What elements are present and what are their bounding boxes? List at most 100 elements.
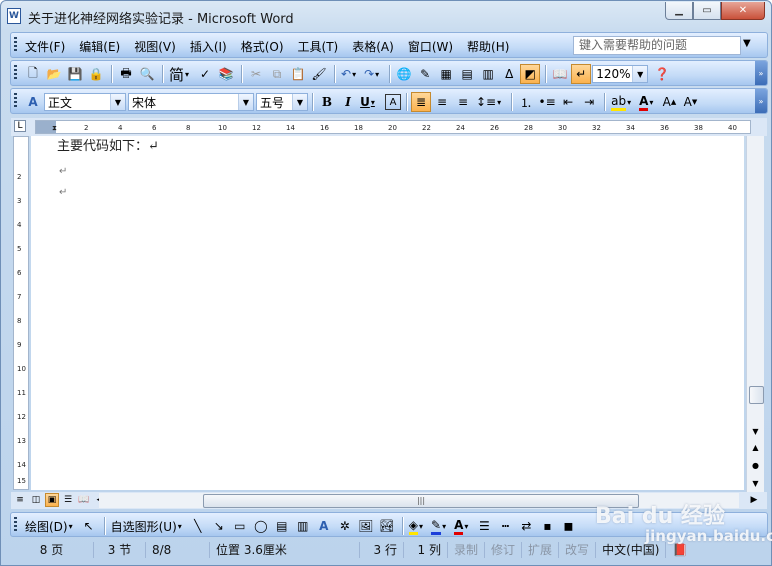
status-extend[interactable]: 扩展 bbox=[522, 541, 560, 558]
menu-file[interactable]: 文件(F) bbox=[25, 38, 65, 55]
save-icon[interactable]: 💾 bbox=[65, 64, 85, 84]
rectangle-icon[interactable]: ▭ bbox=[230, 516, 250, 536]
help-search-input[interactable]: 键入需要帮助的问题 bbox=[573, 36, 741, 55]
cut-icon[interactable]: ✂ bbox=[246, 64, 266, 84]
toolbar-grip[interactable] bbox=[14, 65, 17, 81]
autoshapes-button[interactable]: 自选图形(U) ▾ bbox=[109, 516, 187, 536]
align-right-icon[interactable]: ≡ bbox=[453, 92, 473, 112]
zoom-select[interactable]: 120% ▼ bbox=[592, 65, 649, 83]
text-box-icon[interactable]: ▤ bbox=[272, 516, 292, 536]
line-spacing-button[interactable]: ↕≡ ▾ bbox=[474, 92, 506, 112]
chinese-conversion-button[interactable]: 简 ▾ bbox=[167, 64, 194, 84]
document-map-icon[interactable]: ◩ bbox=[520, 64, 541, 84]
reading-layout-icon[interactable]: 📖 bbox=[550, 64, 570, 84]
highlight-button[interactable]: ab ▾ bbox=[609, 92, 636, 112]
underline-icon[interactable]: U ▾ bbox=[359, 92, 379, 112]
styles-pane-icon[interactable]: A bbox=[23, 92, 43, 112]
font-color-button[interactable]: A ▾ bbox=[637, 92, 658, 112]
grow-font-icon[interactable]: A ▲ bbox=[659, 92, 679, 112]
minimize-button[interactable]: ▁ bbox=[665, 2, 693, 20]
research-icon[interactable]: 📚 bbox=[216, 64, 236, 84]
horizontal-ruler[interactable]: ⧗ 2 4 6 8 10 12 14 16 18 20 22 24 26 28 … bbox=[35, 120, 751, 134]
select-objects-icon[interactable]: ↖ bbox=[79, 516, 99, 536]
fill-color-button[interactable]: ◈ ▾ bbox=[407, 516, 428, 536]
vertical-ruler[interactable]: 2 3 4 5 6 7 8 9 10 11 12 13 14 15 bbox=[13, 136, 29, 490]
oval-icon[interactable]: ◯ bbox=[251, 516, 271, 536]
menu-insert[interactable]: 插入(I) bbox=[190, 38, 227, 55]
indent-marker-icon[interactable]: ⧗ bbox=[52, 124, 57, 133]
decrease-indent-icon[interactable]: ⇤ bbox=[558, 92, 578, 112]
vertical-scrollbar[interactable]: ▼ ▲ ● ▼ bbox=[746, 136, 764, 492]
help-dropdown-icon[interactable]: ▼ bbox=[743, 38, 751, 49]
redo-button[interactable]: ↷ ▾ bbox=[362, 64, 384, 84]
tab-selector-icon[interactable]: L bbox=[14, 120, 26, 132]
font-size-select[interactable]: 五号 ▼ bbox=[256, 93, 308, 111]
print-layout-view-icon[interactable]: ▣ bbox=[45, 493, 59, 507]
toolbar-options-icon[interactable]: » bbox=[755, 61, 767, 85]
increase-indent-icon[interactable]: ⇥ bbox=[579, 92, 599, 112]
char-border-icon[interactable]: A bbox=[385, 94, 401, 110]
draw-menu-button[interactable]: 绘图(D) ▾ bbox=[23, 516, 78, 536]
help-icon[interactable]: ❓ bbox=[652, 64, 672, 84]
wordart-icon[interactable]: A bbox=[314, 516, 334, 536]
columns-icon[interactable]: ▥ bbox=[478, 64, 498, 84]
diagram-icon[interactable]: ✲ bbox=[335, 516, 355, 536]
insert-excel-icon[interactable]: ▤ bbox=[457, 64, 477, 84]
word-app-icon[interactable]: W bbox=[7, 8, 21, 24]
next-page-icon[interactable]: ▼ bbox=[747, 476, 764, 490]
undo-button[interactable]: ↶ ▾ bbox=[339, 64, 361, 84]
font-select[interactable]: 宋体 ▼ bbox=[128, 93, 254, 111]
show-hide-marks-icon[interactable]: ↵ bbox=[571, 64, 592, 84]
bullets-icon[interactable]: •≡ bbox=[537, 92, 557, 112]
print-icon[interactable]: 🖶 bbox=[116, 64, 136, 84]
menu-edit[interactable]: 编辑(E) bbox=[79, 38, 120, 55]
web-view-icon[interactable]: ◫ bbox=[29, 493, 43, 507]
status-record-macro[interactable]: 录制 bbox=[448, 541, 486, 558]
horizontal-scroll-thumb[interactable]: ||| bbox=[203, 494, 639, 508]
line-color-button[interactable]: ✎ ▾ bbox=[429, 516, 451, 536]
shadow-icon[interactable]: ▪ bbox=[537, 516, 557, 536]
status-overtype[interactable]: 改写 bbox=[559, 541, 597, 558]
previous-page-icon[interactable]: ▲ bbox=[747, 440, 764, 454]
tables-borders-icon[interactable]: ✎ bbox=[415, 64, 435, 84]
vertical-text-box-icon[interactable]: ▥ bbox=[293, 516, 313, 536]
clip-art-icon[interactable]: 🖼 bbox=[356, 516, 376, 536]
align-justify-icon[interactable]: ≣ bbox=[411, 92, 431, 112]
toolbar-options-icon[interactable]: » bbox=[755, 89, 767, 113]
open-folder-icon[interactable]: 📂 bbox=[44, 64, 64, 84]
toolbar-grip[interactable] bbox=[14, 37, 17, 53]
chevron-down-icon[interactable]: ▼ bbox=[292, 94, 307, 110]
drawing-toggle-icon[interactable]: ᐃ bbox=[499, 64, 519, 84]
insert-picture-icon[interactable]: 🏞 bbox=[377, 516, 397, 536]
line-icon[interactable]: ╲ bbox=[188, 516, 208, 536]
insert-table-icon[interactable]: ▦ bbox=[436, 64, 456, 84]
chevron-down-icon[interactable]: ▼ bbox=[110, 94, 125, 110]
scroll-down-icon[interactable]: ▼ bbox=[747, 424, 764, 438]
shrink-font-icon[interactable]: A ▼ bbox=[680, 92, 700, 112]
toolbar-grip[interactable] bbox=[14, 517, 17, 532]
print-preview-icon[interactable]: 🔍 bbox=[137, 64, 157, 84]
italic-icon[interactable]: I bbox=[338, 92, 358, 112]
arrow-icon[interactable]: ↘ bbox=[209, 516, 229, 536]
close-button[interactable]: ✕ bbox=[721, 2, 765, 20]
menu-window[interactable]: 窗口(W) bbox=[408, 38, 453, 55]
style-select[interactable]: 正文 ▼ bbox=[44, 93, 126, 111]
3d-style-icon[interactable]: ◼ bbox=[558, 516, 578, 536]
document-area[interactable]: 主要代码如下：↵ ↵ ↵ bbox=[31, 136, 744, 490]
reading-view-icon[interactable]: 📖 bbox=[77, 493, 91, 507]
arrow-style-icon[interactable]: ⇄ bbox=[516, 516, 536, 536]
new-document-icon[interactable]: 🗋 bbox=[23, 64, 43, 84]
toolbar-grip[interactable] bbox=[14, 93, 17, 109]
menu-view[interactable]: 视图(V) bbox=[134, 38, 176, 55]
numbering-icon[interactable]: ⒈ bbox=[516, 92, 536, 112]
status-track-changes[interactable]: 修订 bbox=[485, 541, 523, 558]
copy-icon[interactable]: ⧉ bbox=[267, 64, 287, 84]
align-center-icon[interactable]: ≡ bbox=[432, 92, 452, 112]
permission-icon[interactable]: 🔒 bbox=[86, 64, 106, 84]
menu-format[interactable]: 格式(O) bbox=[241, 38, 284, 55]
spelling-icon[interactable]: ✓ bbox=[195, 64, 215, 84]
select-browse-object-icon[interactable]: ● bbox=[747, 458, 764, 472]
normal-view-icon[interactable]: ≡ bbox=[13, 493, 27, 507]
maximize-button[interactable]: ▭ bbox=[693, 2, 721, 20]
outline-view-icon[interactable]: ☰ bbox=[61, 493, 75, 507]
